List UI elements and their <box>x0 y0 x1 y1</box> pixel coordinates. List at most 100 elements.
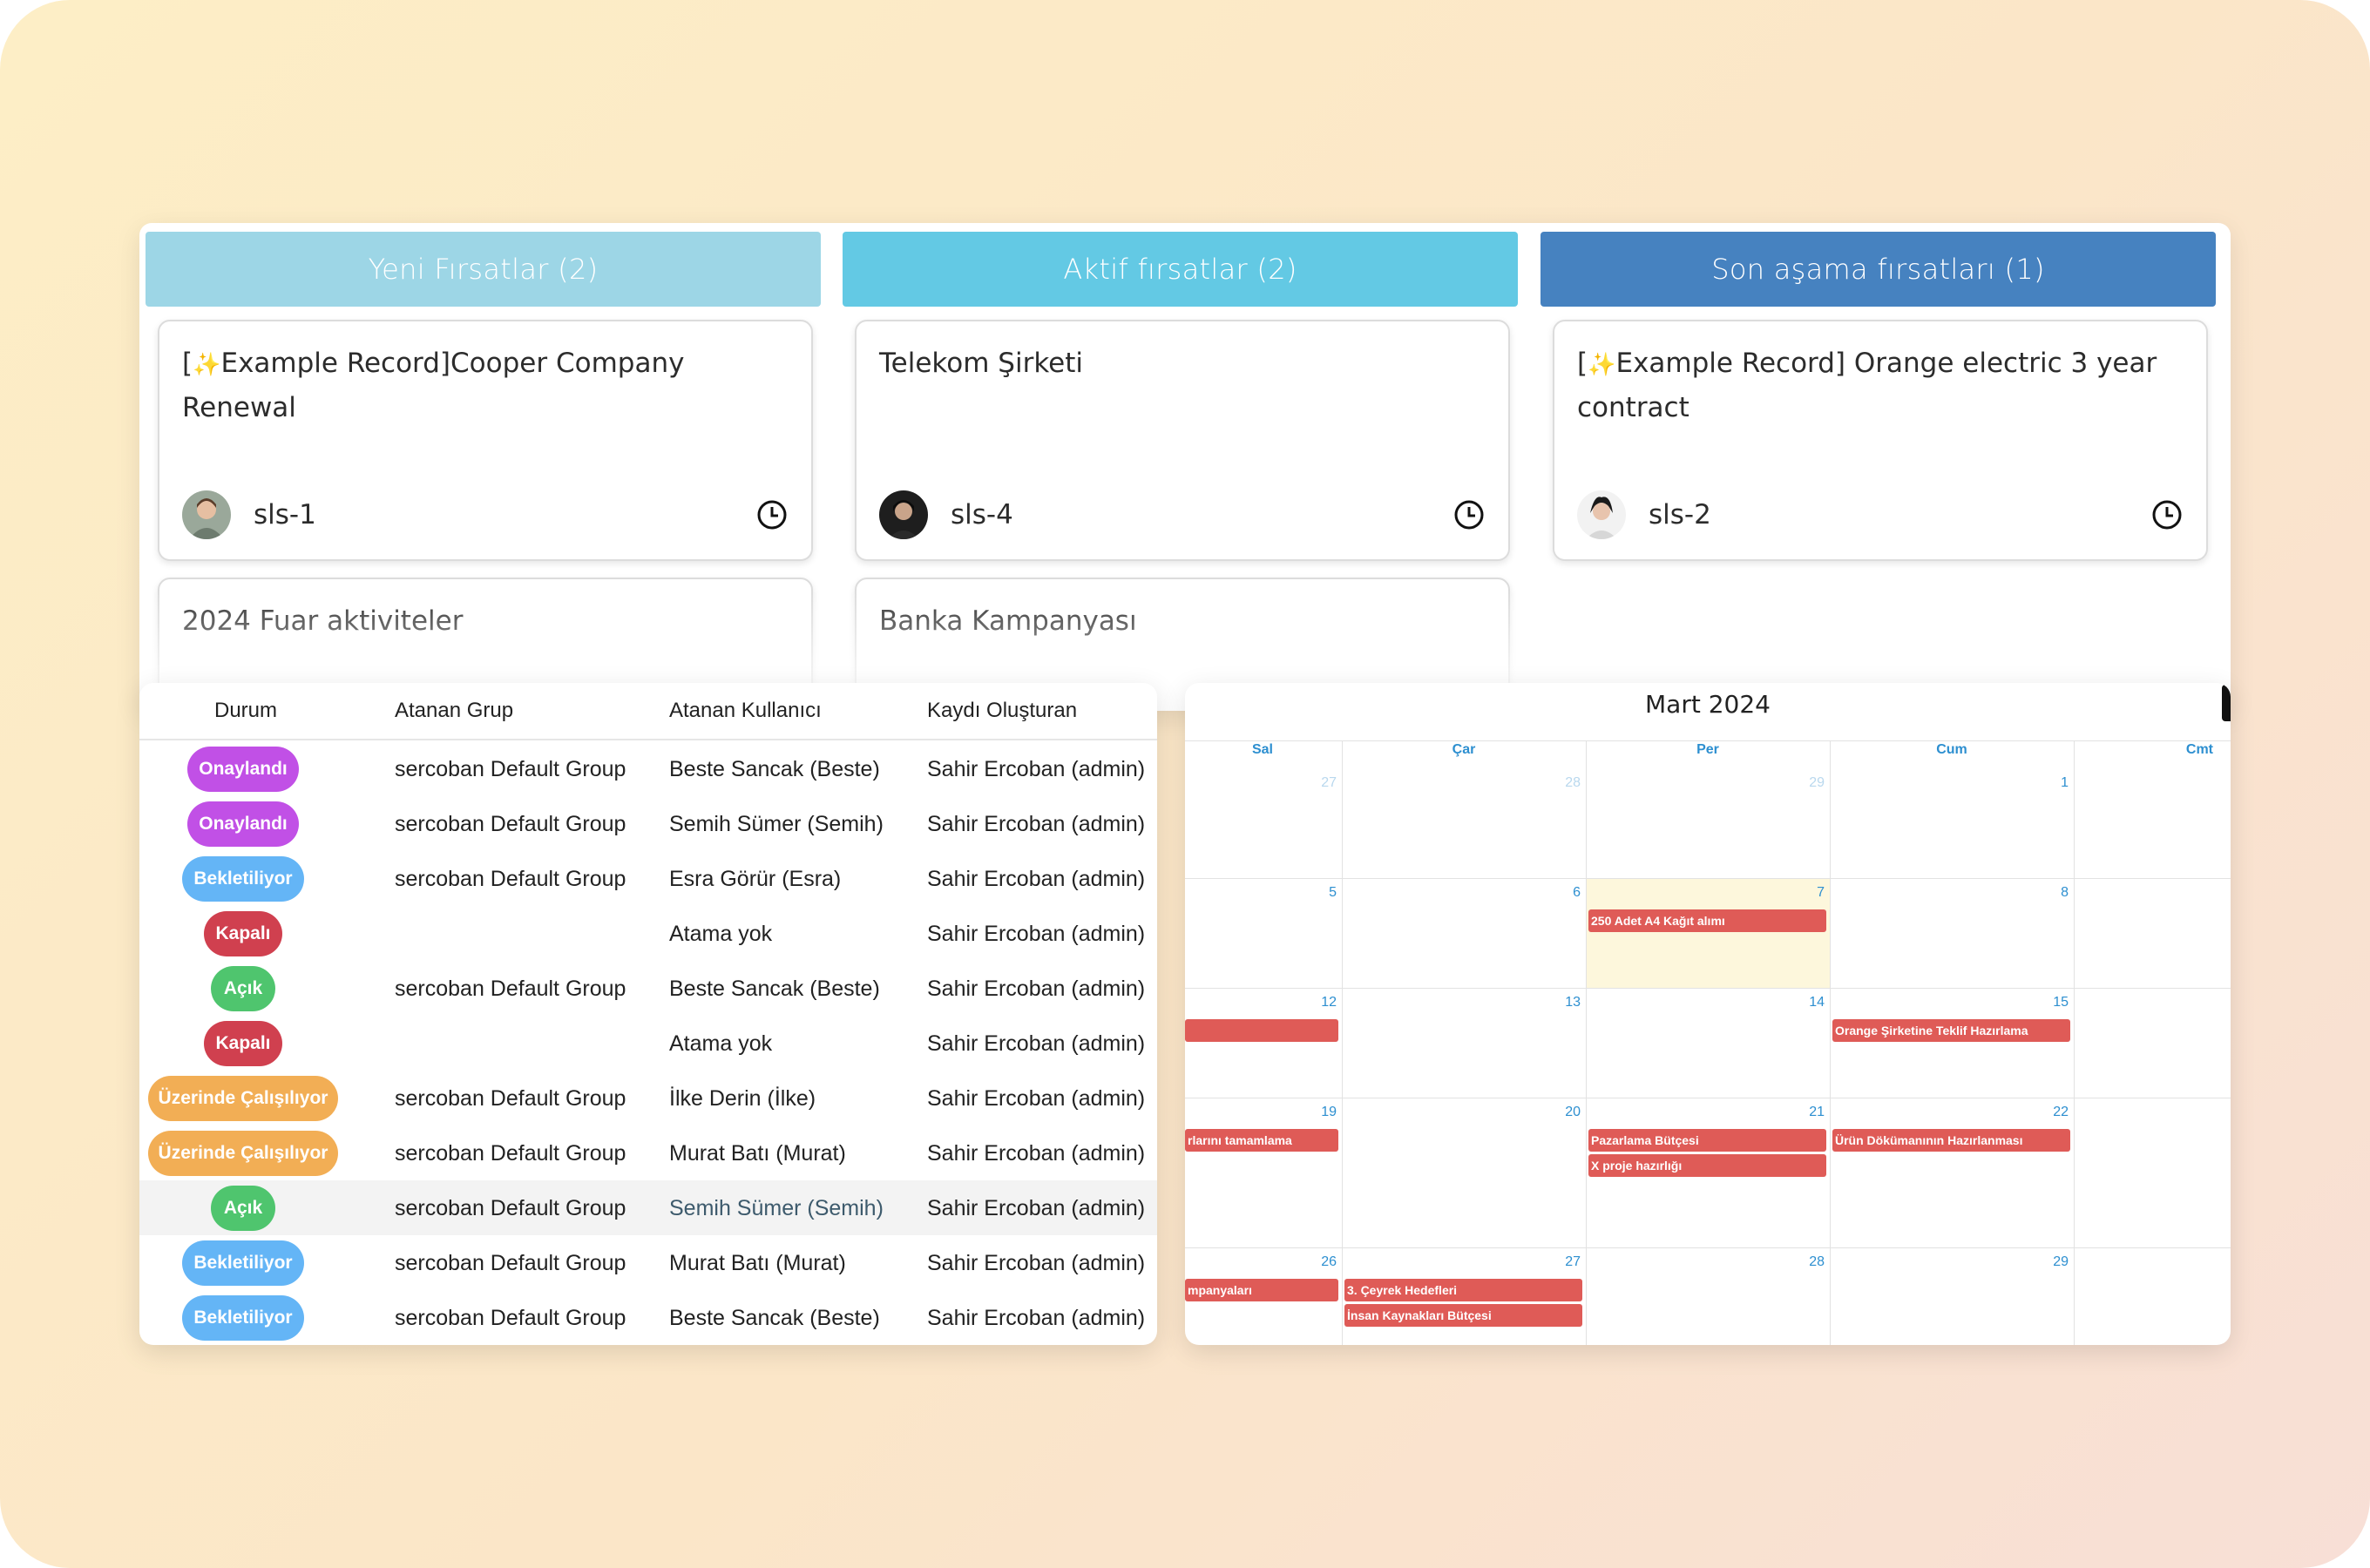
kanban-board: Yeni Fırsatlar (2) Aktif fırsatlar (2) S… <box>139 223 2231 711</box>
table-row[interactable]: Kapalı Atama yok Sahir Ercoban (admin) <box>139 1016 1157 1071</box>
column-header-creator[interactable]: Kaydı Oluşturan <box>927 699 1077 723</box>
opportunity-card[interactable]: [✨Example Record] Orange electric 3 year… <box>1553 320 2208 561</box>
day-number[interactable]: 29 <box>2034 1254 2069 1270</box>
assigned-user-cell[interactable]: Semih Sümer (Semih) <box>669 1196 884 1221</box>
grid-line <box>1342 740 1343 1345</box>
table-row[interactable]: Kapalı Atama yok Sahir Ercoban (admin) <box>139 906 1157 961</box>
table-row[interactable]: Bekletiliyor sercoban Default Group Beste … <box>139 1290 1157 1345</box>
calendar-event[interactable]: X proje hazırlığı <box>1588 1154 1826 1177</box>
calendar-event[interactable]: 3. Çeyrek Hedefleri <box>1344 1279 1582 1301</box>
day-number[interactable]: 27 <box>1302 775 1337 791</box>
card-title: 2024 Fuar aktiviteler <box>182 605 464 637</box>
assigned-group-cell: sercoban Default Group <box>395 757 626 781</box>
assigned-group-cell: sercoban Default Group <box>395 1086 626 1111</box>
day-number[interactable]: 14 <box>1790 995 1825 1010</box>
table-row[interactable]: Onaylandı sercoban Default Group Semih Süm… <box>139 796 1157 851</box>
creator-cell: Sahir Ercoban (admin) <box>927 1141 1146 1166</box>
status-badge: Açık <box>211 966 275 1011</box>
next-month-button[interactable] <box>2222 685 2231 721</box>
day-number[interactable]: 15 <box>2034 995 2069 1010</box>
day-number[interactable]: 12 <box>1302 995 1337 1010</box>
calendar-event[interactable]: mpanyaları <box>1185 1279 1338 1301</box>
assigned-user-cell[interactable]: İlke Derin (İlke) <box>669 1086 816 1112</box>
day-number[interactable]: 28 <box>1790 1254 1825 1270</box>
day-number[interactable]: 6 <box>1546 885 1581 901</box>
day-number[interactable]: 5 <box>1302 885 1337 901</box>
clock-icon[interactable] <box>2150 498 2184 531</box>
status-badge: Kapalı <box>204 911 282 956</box>
creator-cell: Sahir Ercoban (admin) <box>927 812 1146 836</box>
avatar[interactable] <box>182 490 231 539</box>
calendar-event[interactable]: rlarını tamamlama <box>1185 1129 1338 1152</box>
card-title: [✨Example Record]Cooper Company Renewal <box>182 348 685 423</box>
table-row[interactable]: Açık sercoban Default Group Semih Sümer (S… <box>139 1180 1157 1235</box>
column-header-user[interactable]: Atanan Kullanıcı <box>669 699 822 723</box>
assigned-user-cell[interactable]: Atama yok <box>669 1031 772 1057</box>
card-title: Banka Kampanyası <box>879 605 1137 637</box>
day-number[interactable]: 13 <box>1546 995 1581 1010</box>
grid-line <box>1185 1247 2231 1248</box>
grid-line <box>1586 740 1587 1345</box>
weekday-header: Per <box>1696 742 1719 757</box>
column-header-group[interactable]: Atanan Grup <box>395 699 513 723</box>
card-code: sls-2 <box>1649 499 1711 531</box>
column-header-active[interactable]: Aktif fırsatlar (2) <box>843 232 1518 307</box>
table-row[interactable]: Bekletiliyor sercoban Default Group Esra G… <box>139 851 1157 906</box>
status-badge: Bekletiliyor <box>182 856 304 902</box>
weekday-header: Sal <box>1251 742 1273 757</box>
avatar[interactable] <box>879 490 928 539</box>
assigned-user-cell[interactable]: Beste Sancak (Beste) <box>669 977 880 1002</box>
assigned-user-cell[interactable]: Semih Sümer (Semih) <box>669 812 884 837</box>
calendar-event[interactable]: 250 Adet A4 Kağıt alımı <box>1588 909 1826 932</box>
sparkle-icon: ✨ <box>193 352 221 378</box>
status-badge: Onaylandı <box>187 747 299 792</box>
status-badge: Bekletiliyor <box>182 1240 304 1286</box>
column-header-status[interactable]: Durum <box>214 699 277 723</box>
status-badge: Onaylandı <box>187 801 299 847</box>
assigned-user-cell[interactable]: Murat Batı (Murat) <box>669 1141 846 1166</box>
assigned-user-cell[interactable]: Beste Sancak (Beste) <box>669 757 880 782</box>
day-number[interactable]: 8 <box>2034 885 2069 901</box>
avatar[interactable] <box>1577 490 1626 539</box>
assigned-user-cell[interactable]: Atama yok <box>669 922 772 947</box>
card-code: sls-4 <box>951 499 1013 531</box>
opportunity-card[interactable]: [✨Example Record]Cooper Company Renewal … <box>158 320 813 561</box>
assigned-group-cell: sercoban Default Group <box>395 867 626 891</box>
grid-line <box>2074 740 2075 1345</box>
card-title: Telekom Şirketi <box>879 348 1084 379</box>
day-number[interactable]: 20 <box>1546 1105 1581 1120</box>
day-number[interactable]: 26 <box>1302 1254 1337 1270</box>
day-number[interactable]: 19 <box>1302 1105 1337 1120</box>
calendar-event[interactable]: Ürün Dökümanının Hazırlanması <box>1832 1129 2070 1152</box>
weekday-header: Cum <box>1936 742 1967 757</box>
assigned-user-cell[interactable]: Beste Sancak (Beste) <box>669 1306 880 1331</box>
calendar: Mart 2024 Sal Çar Per Cum Cmt 27 28 29 1 5 6 7 8 12 13… <box>1185 683 2231 1345</box>
table-row[interactable]: Bekletiliyor sercoban Default Group Murat … <box>139 1235 1157 1290</box>
day-number[interactable]: 22 <box>2034 1105 2069 1120</box>
table-row[interactable]: Üzerinde Çalışılıyor sercoban Default Gro… <box>139 1125 1157 1180</box>
assigned-user-cell[interactable]: Esra Görür (Esra) <box>669 867 841 892</box>
column-header-final[interactable]: Son aşama fırsatları (1) <box>1540 232 2216 307</box>
table-row[interactable]: Üzerinde Çalışılıyor sercoban Default Gro… <box>139 1071 1157 1125</box>
clock-icon[interactable] <box>1452 498 1486 531</box>
calendar-event[interactable]: Orange Şirketine Teklif Hazırlama <box>1832 1019 2070 1042</box>
column-header-new[interactable]: Yeni Fırsatlar (2) <box>146 232 821 307</box>
day-number[interactable]: 28 <box>1546 775 1581 791</box>
opportunity-card[interactable]: Telekom Şirketi sls-4 <box>855 320 1510 561</box>
table-row[interactable]: Açık sercoban Default Group Beste Sancak (… <box>139 961 1157 1016</box>
clock-icon[interactable] <box>755 498 789 531</box>
assigned-user-cell[interactable]: Murat Batı (Murat) <box>669 1251 846 1276</box>
day-number[interactable]: 27 <box>1546 1254 1581 1270</box>
day-number[interactable]: 1 <box>2034 775 2069 791</box>
day-number[interactable]: 29 <box>1790 775 1825 791</box>
calendar-event[interactable]: İnsan Kaynakları Bütçesi <box>1344 1304 1582 1327</box>
assigned-group-cell: sercoban Default Group <box>395 812 626 836</box>
day-number[interactable]: 7 <box>1790 885 1825 901</box>
table-row[interactable]: Onaylandı sercoban Default Group Beste San… <box>139 741 1157 796</box>
calendar-event[interactable]: Pazarlama Bütçesi <box>1588 1129 1826 1152</box>
creator-cell: Sahir Ercoban (admin) <box>927 1031 1146 1056</box>
day-number[interactable]: 21 <box>1790 1105 1825 1120</box>
calendar-event[interactable] <box>1185 1019 1338 1042</box>
card-title: [✨Example Record] Orange electric 3 year… <box>1577 348 2157 423</box>
creator-cell: Sahir Ercoban (admin) <box>927 867 1146 891</box>
